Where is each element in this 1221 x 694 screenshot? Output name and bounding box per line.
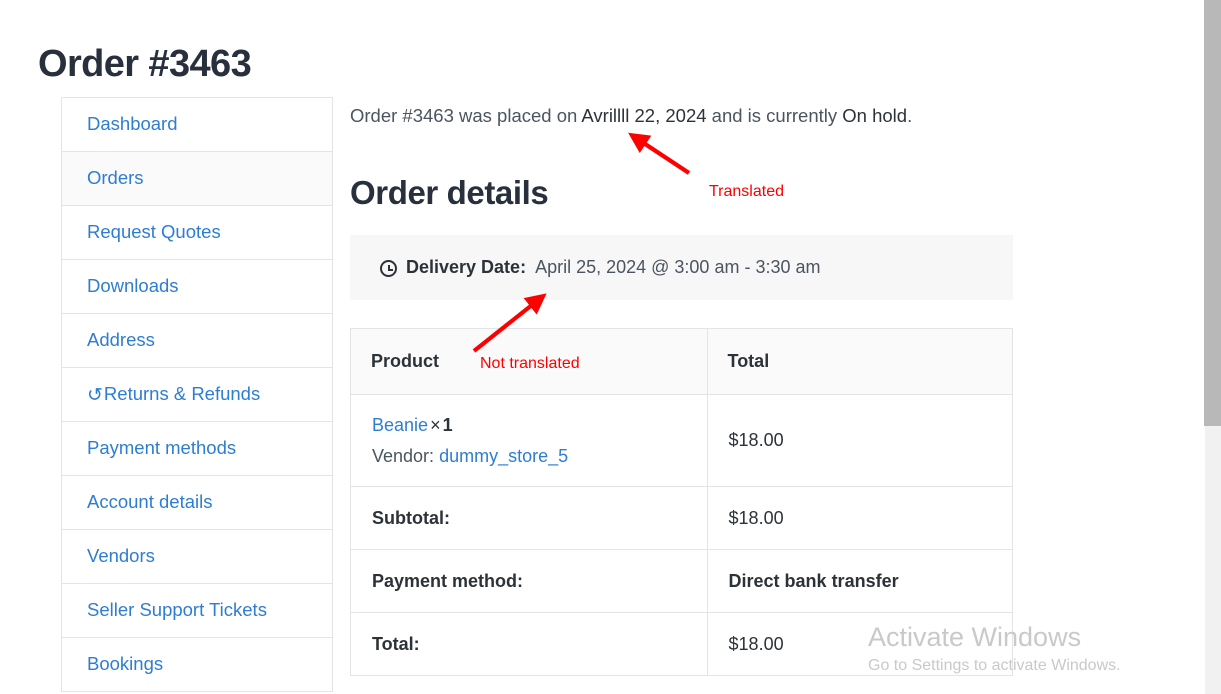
- delivery-date-value: April 25, 2024 @ 3:00 am - 3:30 am: [535, 257, 821, 278]
- total-value-cell: $18.00: [706, 612, 1014, 677]
- status-suffix: .: [907, 105, 913, 126]
- delivery-date-label: Delivery Date:: [406, 257, 527, 278]
- sidebar-item-bookings[interactable]: Bookings: [62, 638, 332, 692]
- payment-method-value-cell: Direct bank transfer: [706, 549, 1014, 614]
- table-row: Payment method: Direct bank transfer: [350, 549, 1014, 614]
- order-main-content: Order #3463 was placed on Avrillll 22, 2…: [350, 97, 1014, 677]
- sidebar-item-downloads[interactable]: Downloads: [62, 260, 332, 314]
- sidebar-link-dashboard[interactable]: Dashboard: [87, 115, 178, 134]
- sidebar-item-label: Returns & Refunds: [103, 383, 261, 405]
- product-quantity: 1: [442, 414, 453, 435]
- subtotal-label-cell: Subtotal:: [350, 486, 708, 551]
- sidebar-link-bookings[interactable]: Bookings: [87, 655, 163, 674]
- delivery-date-box: Delivery Date: April 25, 2024 @ 3:00 am …: [350, 235, 1013, 301]
- sidebar-link-account-details[interactable]: Account details: [87, 493, 212, 512]
- order-table-head: Product Total: [350, 328, 1014, 396]
- page-title: Order #3463: [38, 43, 252, 86]
- order-items-table: Product Total Beanie × 1 Vendor: dummy_sto…: [350, 328, 1014, 677]
- table-row: Total: $18.00: [350, 612, 1014, 677]
- order-details-heading: Order details: [350, 173, 549, 211]
- vendor-line: Vendor: dummy_store_5: [372, 443, 707, 470]
- sidebar-link-returns-refunds[interactable]: ↺ Returns & Refunds: [87, 383, 261, 406]
- sidebar-item-orders[interactable]: Orders: [62, 152, 332, 206]
- payment-method-label-cell: Payment method:: [350, 549, 708, 614]
- quantity-separator: ×: [430, 414, 441, 435]
- annotation-label-translated: Translated: [709, 183, 784, 200]
- total-label-cell: Total:: [350, 612, 708, 677]
- sidebar-item-request-quotes[interactable]: Request Quotes: [62, 206, 332, 260]
- sidebar-item-seller-support-tickets[interactable]: Seller Support Tickets: [62, 584, 332, 638]
- sidebar-item-returns-refunds[interactable]: ↺ Returns & Refunds: [62, 368, 332, 422]
- table-header-row: Product Total: [350, 328, 1014, 396]
- sidebar-item-address[interactable]: Address: [62, 314, 332, 368]
- order-status-badge: On hold: [842, 105, 908, 126]
- annotation-label-not-translated: Not translated: [480, 355, 580, 372]
- order-table-body: Beanie × 1 Vendor: dummy_store_5 $18.00 Su…: [350, 394, 1014, 677]
- sidebar-item-dashboard[interactable]: Dashboard: [62, 98, 332, 152]
- account-sidebar-nav: Dashboard Orders Request Quotes Download…: [61, 97, 333, 692]
- product-cell: Beanie × 1 Vendor: dummy_store_5: [350, 394, 708, 488]
- product-link-beanie[interactable]: Beanie: [372, 415, 428, 435]
- sidebar-link-vendors[interactable]: Vendors: [87, 547, 155, 566]
- page-scrollbar-thumb[interactable]: [1204, 0, 1221, 426]
- order-page: Order #3463 Dashboard Orders Request Quo…: [0, 0, 1221, 694]
- status-middle: and is currently: [706, 105, 843, 126]
- sidebar-item-vendors[interactable]: Vendors: [62, 530, 332, 584]
- clock-icon: [380, 260, 397, 278]
- sidebar-link-seller-support-tickets[interactable]: Seller Support Tickets: [87, 601, 267, 620]
- sidebar-item-payment-methods[interactable]: Payment methods: [62, 422, 332, 476]
- product-name-line: Beanie × 1: [372, 412, 707, 439]
- vendor-label: Vendor:: [372, 445, 435, 466]
- order-status-line: Order #3463 was placed on Avrillll 22, 2…: [350, 97, 1013, 129]
- status-prefix: Order #3463 was placed on: [350, 105, 582, 126]
- sidebar-link-request-quotes[interactable]: Request Quotes: [87, 223, 221, 242]
- order-date: Avrillll 22, 2024: [581, 105, 707, 126]
- sidebar-link-address[interactable]: Address: [87, 331, 155, 350]
- table-row: Subtotal: $18.00: [350, 486, 1014, 551]
- vendor-link-dummy-store-5[interactable]: dummy_store_5: [439, 446, 568, 466]
- column-header-total: Total: [706, 328, 1014, 396]
- sidebar-item-account-details[interactable]: Account details: [62, 476, 332, 530]
- product-total-cell: $18.00: [706, 394, 1014, 488]
- return-arrow-icon: ↺: [87, 385, 103, 406]
- sidebar-link-downloads[interactable]: Downloads: [87, 277, 179, 296]
- subtotal-value-cell: $18.00: [706, 486, 1014, 551]
- page-scrollbar-track[interactable]: [1204, 0, 1221, 694]
- table-row: Beanie × 1 Vendor: dummy_store_5 $18.00: [350, 394, 1014, 488]
- sidebar-link-payment-methods[interactable]: Payment methods: [87, 439, 236, 458]
- sidebar-link-orders[interactable]: Orders: [87, 169, 144, 188]
